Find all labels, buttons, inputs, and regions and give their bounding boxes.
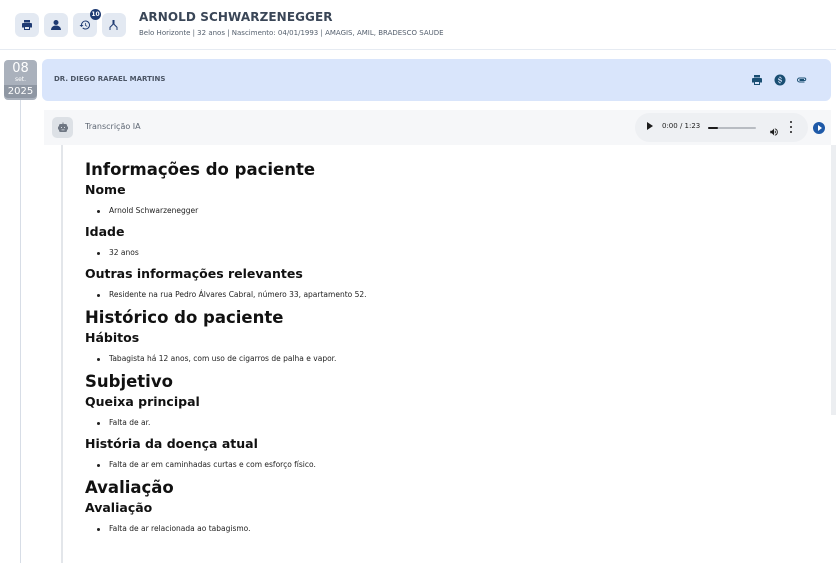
- note-list-item: Falta de ar relacionada ao tabagismo.: [85, 523, 805, 535]
- note-list-item: Falta de ar em caminhadas curtas e com e…: [85, 459, 805, 471]
- doctor-name: DR. DIEGO RAFAEL MARTINS: [54, 75, 166, 83]
- note-list: Arnold Schwarzenegger: [85, 205, 805, 217]
- note-subheading: Nome: [85, 182, 126, 197]
- entry-date-badge: 08 set. 2025: [4, 60, 37, 100]
- note-list: Tabagista há 12 anos, com uso de cigarro…: [85, 353, 805, 365]
- play-icon: [817, 125, 822, 131]
- note-subheading: História da doença atual: [85, 436, 258, 451]
- note-list-item: Residente na rua Pedro Álvares Cabral, n…: [85, 289, 805, 301]
- scrollbar[interactable]: [831, 145, 836, 415]
- transcription-play-button[interactable]: [813, 122, 825, 134]
- note-section-heading: Histórico do paciente: [85, 308, 284, 327]
- date-month: set.: [14, 76, 27, 83]
- note-section-heading: Informações do paciente: [85, 160, 316, 179]
- note-list: Falta de ar.: [85, 417, 805, 429]
- paperclip-icon: [796, 77, 806, 82]
- dollar-icon: [774, 74, 785, 85]
- more-options-icon[interactable]: [789, 121, 793, 133]
- printer-icon: [751, 74, 762, 85]
- note-subheading: Outras informações relevantes: [85, 266, 303, 281]
- entry-print-button[interactable]: [750, 73, 763, 86]
- note-list: Falta de ar relacionada ao tabagismo.: [85, 523, 805, 535]
- volume-icon[interactable]: [769, 122, 779, 136]
- note-subheading: Idade: [85, 224, 125, 239]
- note-section-heading: Subjetivo: [85, 372, 173, 391]
- note-list-item: Tabagista há 12 anos, com uso de cigarro…: [85, 353, 805, 365]
- history-button[interactable]: 10: [73, 9, 101, 37]
- date-day: 08: [12, 61, 29, 76]
- note-list-item: 32 anos: [85, 247, 805, 259]
- patient-info: Belo Horizonte | 32 anos | Nascimento: 0…: [139, 29, 444, 37]
- patient-name: ARNOLD SCHWARZENEGGER: [139, 10, 333, 24]
- note-list: Residente na rua Pedro Álvares Cabral, n…: [85, 289, 805, 301]
- merge-button[interactable]: [102, 13, 126, 37]
- transcription-content: Informações do paciente Nome Arnold Schwar…: [61, 145, 831, 563]
- audio-progress-slider[interactable]: [708, 127, 756, 129]
- note-list: 32 anos: [85, 247, 805, 259]
- robot-icon: [52, 117, 73, 138]
- note-subheading: Queixa principal: [85, 394, 200, 409]
- printer-icon: [22, 20, 32, 30]
- note-subheading: Avaliação: [85, 500, 153, 515]
- doctor-bar: DR. DIEGO RAFAEL MARTINS: [42, 59, 831, 101]
- note-section-heading: Avaliação: [85, 478, 174, 497]
- audio-player: 0:00 / 1:23: [635, 113, 808, 142]
- audio-time: 0:00 / 1:23: [662, 122, 701, 130]
- attachment-button[interactable]: [795, 73, 808, 86]
- audio-play-icon[interactable]: [647, 122, 653, 130]
- date-year: 2025: [4, 85, 37, 98]
- note-list: Falta de ar em caminhadas curtas e com e…: [85, 459, 805, 471]
- timeline-line: [20, 100, 21, 563]
- merge-icon: [109, 20, 118, 30]
- note-list-item: Falta de ar.: [85, 417, 805, 429]
- note-subheading: Hábitos: [85, 330, 140, 345]
- billing-button[interactable]: [773, 73, 786, 86]
- history-icon: [79, 20, 91, 30]
- print-button[interactable]: [15, 13, 39, 37]
- transcription-row: Transcrição IA 0:00 / 1:23: [44, 110, 831, 145]
- history-count-badge: 10: [90, 9, 101, 20]
- clinical-note: Informações do paciente Nome Arnold Schwar…: [85, 159, 805, 541]
- audio-progress-fill: [708, 127, 718, 129]
- transcription-label: Transcrição IA: [85, 122, 141, 131]
- note-list-item: Arnold Schwarzenegger: [85, 205, 805, 217]
- person-icon: [51, 20, 61, 30]
- patient-profile-button[interactable]: [44, 13, 68, 37]
- patient-header: 10 ARNOLD SCHWARZENEGGER Belo Horizonte …: [0, 0, 836, 50]
